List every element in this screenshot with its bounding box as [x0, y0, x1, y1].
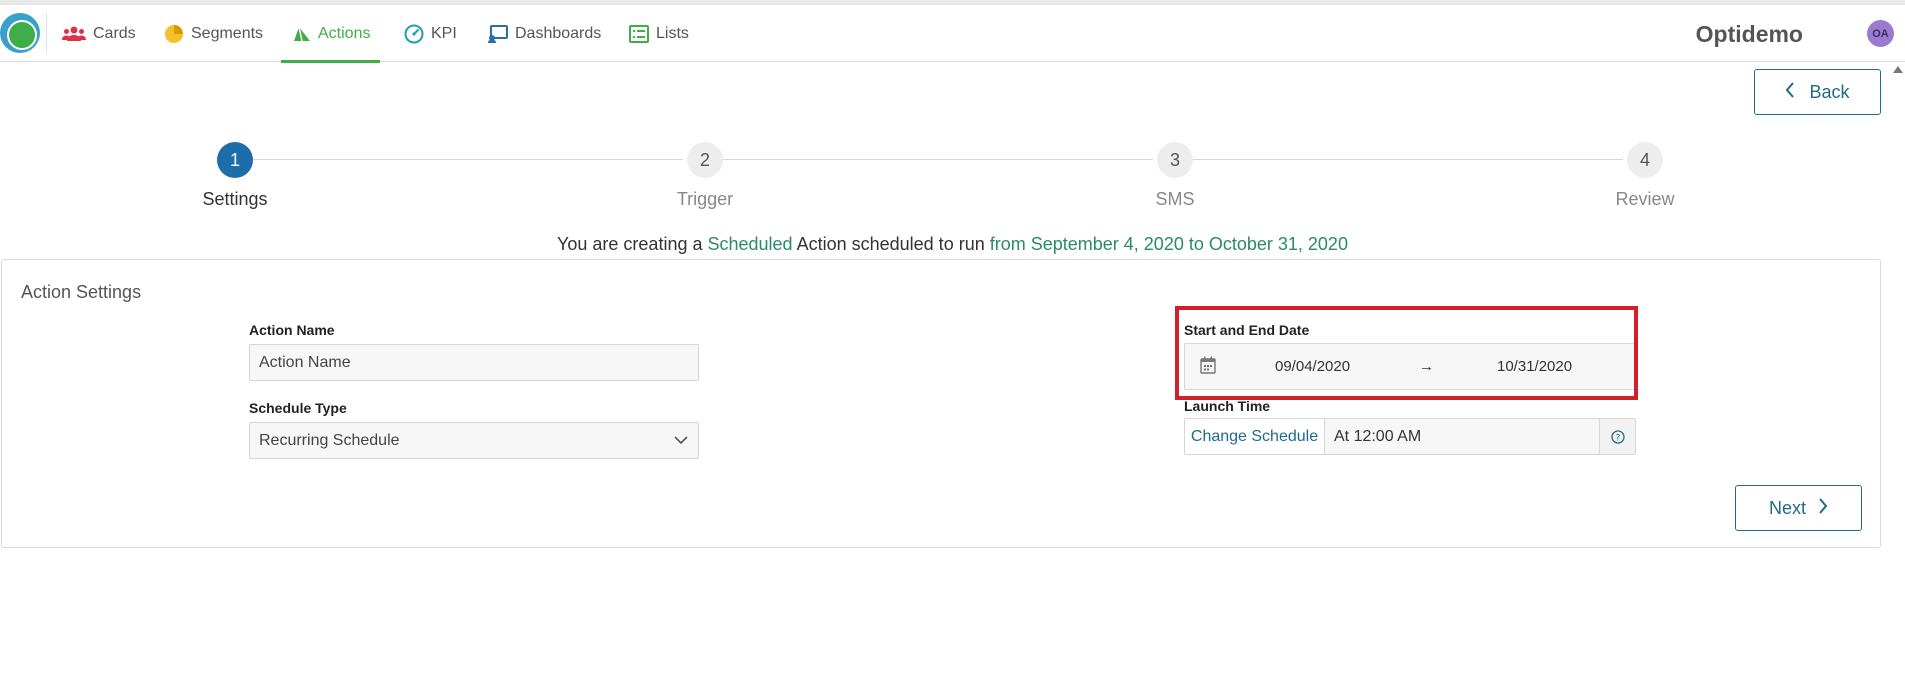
chevron-right-icon: [1818, 497, 1828, 519]
panel-title: Action Settings: [21, 282, 142, 302]
back-button[interactable]: Back: [1754, 69, 1881, 115]
launch-time-label: Launch Time: [1184, 398, 1271, 414]
nav-label-dashboards: Dashboards: [515, 24, 602, 42]
summary-type: Scheduled: [707, 234, 793, 254]
step-label: Settings: [202, 189, 268, 209]
action-name-input[interactable]: Action Name: [249, 344, 699, 381]
pie-chart-icon: [164, 24, 184, 44]
nav-item-dashboards[interactable]: Dashboards: [488, 5, 601, 62]
action-summary: You are creating a Scheduled Action sche…: [0, 234, 1905, 255]
action-settings-panel: Action Settings Action Name Action Name …: [1, 259, 1881, 548]
step-number: 3: [1157, 142, 1193, 178]
nav-item-kpi[interactable]: KPI: [404, 5, 457, 62]
scroll-up-arrow-icon[interactable]: [1893, 66, 1903, 73]
help-icon[interactable]: ?: [1599, 419, 1635, 454]
launch-time-value: At 12:00 AM: [1325, 419, 1599, 454]
step-connector: [253, 159, 683, 160]
step-number: 4: [1627, 142, 1663, 178]
summary-prefix: You are creating a: [557, 234, 703, 254]
gauge-icon: [404, 24, 424, 44]
next-button[interactable]: Next: [1735, 485, 1862, 531]
step-number: 2: [687, 142, 723, 178]
nav-label-actions: Actions: [318, 24, 371, 42]
summary-range: from September 4, 2020 to October 31, 20…: [989, 234, 1348, 254]
top-navbar: Cards Segments Actions KPI Dashboards Li…: [0, 5, 1905, 63]
step-label: Trigger: [676, 189, 734, 209]
step-label: Review: [1615, 189, 1675, 209]
step-label: SMS: [1155, 189, 1195, 209]
step-trigger[interactable]: 2 Trigger: [635, 142, 775, 210]
nav-item-cards[interactable]: Cards: [62, 5, 136, 62]
step-number: 1: [217, 142, 253, 178]
nav-item-lists[interactable]: Lists: [629, 5, 689, 62]
date-range-highlight-box: [1175, 306, 1638, 400]
next-label: Next: [1768, 497, 1806, 518]
schedule-type-select[interactable]: Recurring Schedule: [249, 422, 699, 459]
users-icon: [62, 26, 86, 42]
step-review[interactable]: 4 Review: [1575, 142, 1715, 210]
launch-time-group: Change Schedule At 12:00 AM ?: [1184, 418, 1636, 455]
chevron-left-icon: [1785, 81, 1795, 103]
nav-item-actions[interactable]: Actions: [281, 5, 380, 63]
paper-plane-icon: [293, 26, 311, 42]
chevron-down-icon: [674, 433, 688, 452]
step-settings[interactable]: 1 Settings: [165, 142, 305, 210]
brand-name: Optidemo: [1695, 21, 1803, 47]
change-schedule-button[interactable]: Change Schedule: [1185, 419, 1325, 454]
nav-label-segments: Segments: [191, 24, 264, 42]
action-name-label: Action Name: [249, 322, 335, 338]
nav-label-cards: Cards: [93, 24, 136, 42]
step-connector: [723, 159, 1153, 160]
nav-label-kpi: KPI: [431, 24, 457, 42]
nav-label-lists: Lists: [656, 24, 689, 42]
step-connector: [1193, 159, 1623, 160]
list-icon: [629, 24, 649, 43]
dashboard-icon: [488, 24, 508, 43]
step-sms[interactable]: 3 SMS: [1105, 142, 1245, 210]
user-avatar[interactable]: OA: [1867, 20, 1894, 47]
nav-divider: [46, 13, 47, 53]
app-logo[interactable]: [0, 13, 40, 53]
schedule-type-label: Schedule Type: [249, 400, 347, 416]
schedule-type-value: Recurring Schedule: [259, 431, 400, 449]
back-label: Back: [1809, 81, 1850, 102]
svg-text:?: ?: [1615, 433, 1620, 443]
summary-middle: Action scheduled to run: [796, 234, 985, 254]
nav-item-segments[interactable]: Segments: [164, 5, 263, 62]
